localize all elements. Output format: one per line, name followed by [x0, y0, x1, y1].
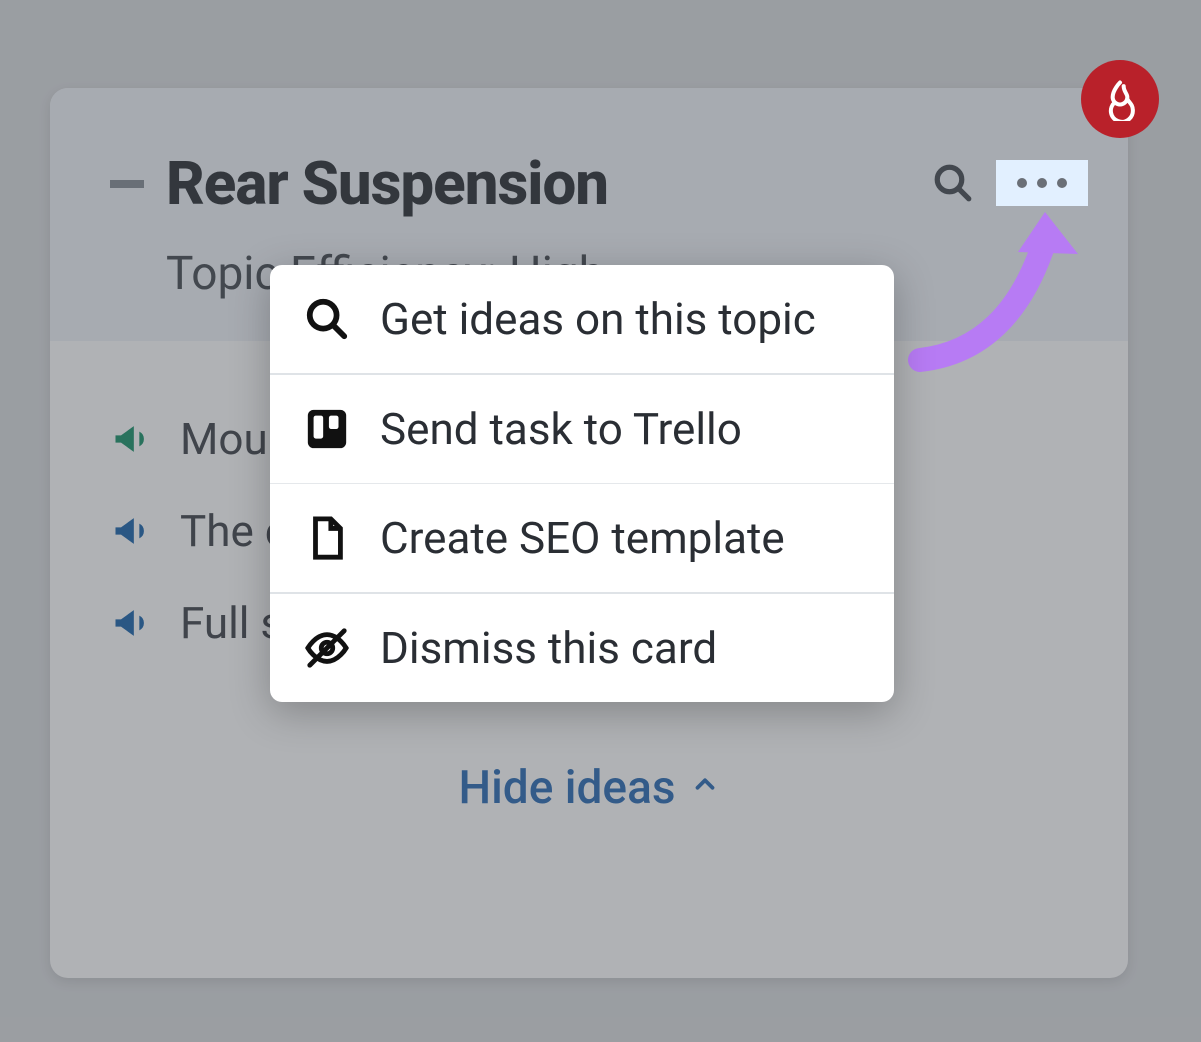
eye-off-icon [304, 625, 350, 671]
menu-item-label: Dismiss this card [380, 622, 717, 674]
more-options-menu: Get ideas on this topic Send task to Tre… [270, 265, 894, 702]
file-icon [304, 515, 350, 561]
chevron-up-icon [690, 768, 720, 808]
menu-item-get-ideas[interactable]: Get ideas on this topic [270, 265, 894, 375]
menu-item-send-trello[interactable]: Send task to Trello [270, 375, 894, 484]
bullhorn-icon [110, 509, 154, 553]
search-icon [932, 162, 974, 204]
dots-icon [1017, 178, 1027, 188]
collapse-toggle[interactable] [110, 180, 144, 188]
card-title: Rear Suspension [166, 148, 608, 219]
search-icon [304, 296, 350, 342]
hide-ideas-toggle[interactable]: Hide ideas [110, 761, 1068, 815]
menu-item-create-seo-template[interactable]: Create SEO template [270, 484, 894, 594]
trello-icon [304, 406, 350, 452]
bullhorn-icon [110, 417, 154, 461]
trending-badge[interactable] [1081, 60, 1159, 138]
bullhorn-icon [110, 601, 154, 645]
menu-item-label: Create SEO template [380, 512, 785, 564]
menu-item-dismiss-card[interactable]: Dismiss this card [270, 594, 894, 702]
menu-item-label: Send task to Trello [380, 403, 742, 455]
menu-item-label: Get ideas on this topic [380, 293, 816, 345]
more-options-button[interactable] [996, 160, 1088, 206]
hide-ideas-label: Hide ideas [458, 761, 675, 815]
fire-icon [1098, 77, 1142, 121]
search-button[interactable] [928, 158, 978, 208]
